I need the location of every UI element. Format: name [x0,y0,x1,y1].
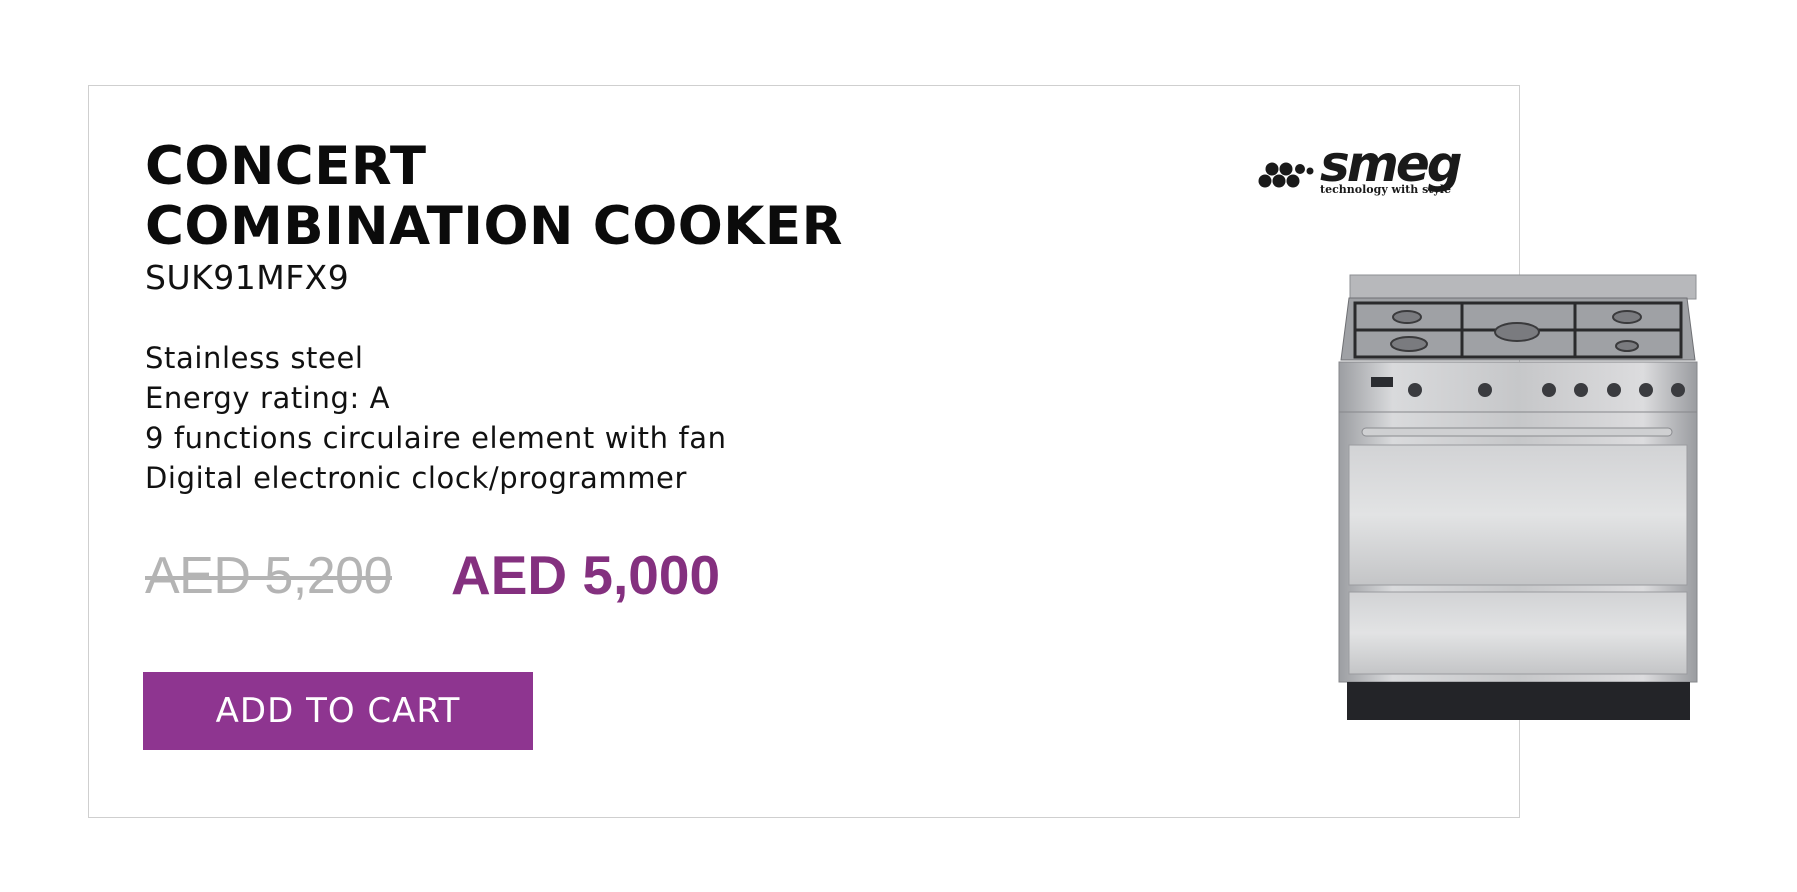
add-to-cart-button[interactable]: ADD TO CART [143,672,533,750]
product-title: CONCERT COMBINATION COOKER [145,137,843,257]
feature-item: 9 functions circulaire element with fan [145,421,727,455]
smeg-dots-icon [1258,162,1314,188]
product-title-line-2: COMBINATION COOKER [145,196,843,257]
feature-item: Stainless steel [145,341,364,375]
smeg-logo: smeg technology with style [1258,135,1463,205]
model-number: SUK91MFX9 [145,258,350,297]
feature-list: Stainless steel Energy rating: A 9 funct… [145,338,727,498]
smeg-tagline: technology with style [1320,183,1451,196]
sale-price: AED 5,000 [451,544,721,606]
product-title-line-1: CONCERT [145,136,427,197]
feature-item: Digital electronic clock/programmer [145,461,688,495]
range-cooker-image [1338,274,1698,720]
old-price: AED 5,200 [145,547,393,605]
feature-item: Energy rating: A [145,381,391,415]
